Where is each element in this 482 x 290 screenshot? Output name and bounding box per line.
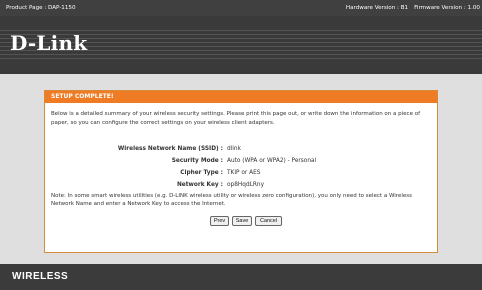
header-stripe (0, 58, 482, 59)
ssid-value: dlink (227, 146, 241, 152)
cipher-type-row: Cipher Type : TKIP or AES (45, 167, 437, 179)
note-text: Note: In some smart wireless utilities (… (51, 193, 412, 207)
settings-summary: Wireless Network Name (SSID) : dlink Sec… (45, 143, 437, 191)
ssid-row: Wireless Network Name (SSID) : dlink (45, 143, 437, 155)
product-page-label: Product Page : DAP-1150 (6, 5, 76, 11)
panel-title: SETUP COMPLETE! (45, 91, 437, 103)
dlink-logo: D-Link (10, 31, 88, 55)
save-button[interactable]: Save (232, 216, 252, 226)
top-info-bar: Product Page : DAP-1150 Hardware Version… (0, 0, 482, 16)
security-mode-value: Auto (WPA or WPA2) - Personal (227, 158, 317, 164)
footer-bar: WIRELESS (0, 264, 482, 290)
brand-header: D-Link (0, 16, 482, 74)
ssid-label: Wireless Network Name (SSID) : (117, 146, 223, 152)
prev-button[interactable]: Prev (210, 216, 229, 226)
cancel-button[interactable]: Cancel (255, 216, 282, 226)
firmware-version-label: Firmware Version : 1.00 (414, 5, 480, 11)
cipher-type-value: TKIP or AES (227, 170, 261, 176)
security-mode-label: Security Mode : (171, 158, 223, 164)
setup-complete-panel: SETUP COMPLETE! Below is a detailed summ… (44, 90, 438, 253)
wireless-footer-label: WIRELESS (12, 271, 69, 282)
version-info: Hardware Version : B1 Firmware Version : … (346, 0, 480, 16)
cipher-type-label: Cipher Type : (180, 170, 223, 176)
main-content-area: SETUP COMPLETE! Below is a detailed summ… (0, 74, 482, 264)
hardware-version-label: Hardware Version : B1 (345, 5, 409, 11)
network-key-row: Network Key : op8HqdLRny (45, 179, 437, 191)
security-mode-row: Security Mode : Auto (WPA or WPA2) - Per… (45, 155, 437, 167)
network-key-value: op8HqdLRny (227, 182, 264, 188)
summary-intro-text: Below is a detailed summary of your wire… (51, 111, 421, 126)
network-key-label: Network Key : (176, 182, 223, 188)
